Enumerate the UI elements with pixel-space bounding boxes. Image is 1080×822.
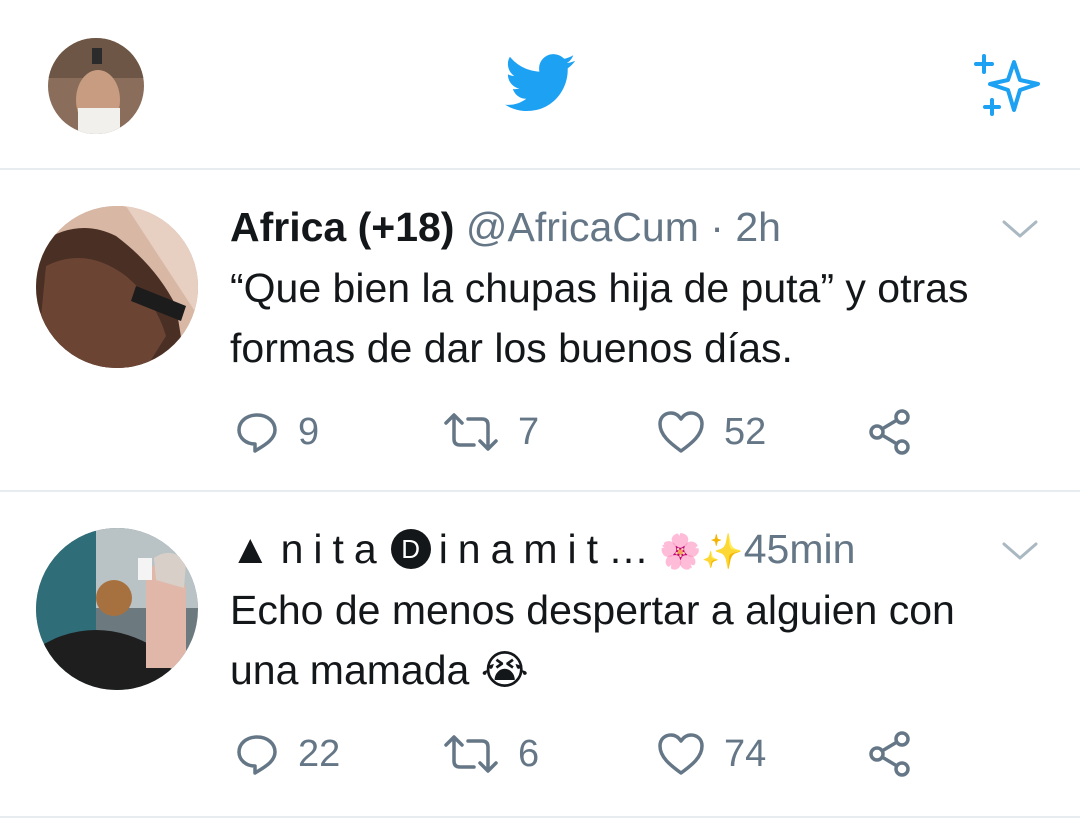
author-name[interactable]: ▲nita Dinamit… (230, 526, 659, 572)
tweet-text: “Que bien la chupas hija de puta” y otra… (230, 258, 1050, 378)
retweet-icon (444, 413, 498, 451)
tweet-text-part: una mamada (230, 647, 470, 693)
reply-icon (237, 735, 277, 775)
like-button[interactable]: 52 (656, 406, 766, 458)
retweet-button[interactable]: 7 (442, 406, 539, 458)
sparkle-icon[interactable] (968, 52, 1046, 120)
share-icon (869, 409, 910, 455)
heart-icon (658, 733, 704, 775)
crying-face-emoji: 😭 (480, 647, 529, 693)
tweet-text: Echo de menos despertar a alguien con un… (230, 580, 1050, 700)
tweet[interactable]: Africa (+18) @AfricaCum · 2h “Que bien l… (0, 170, 1080, 492)
author-avatar-image (36, 528, 198, 690)
author-handle[interactable]: @AfricaCum (466, 204, 699, 250)
reply-icon (237, 413, 277, 453)
like-button[interactable]: 74 (656, 728, 766, 780)
reply-button[interactable]: 22 (234, 728, 340, 780)
tweet-text-line: Echo de menos despertar a alguien con (230, 587, 955, 633)
author-name-emoji: 🌸✨ (659, 533, 744, 571)
tweet[interactable]: ▲nita Dinamit…🌸✨45min Echo de menos despe… (0, 492, 1080, 818)
author-avatar[interactable] (36, 528, 198, 690)
chevron-down-icon[interactable] (1000, 216, 1040, 242)
tweet-actions: 9 7 52 (230, 406, 950, 458)
tweet-header: ▲nita Dinamit…🌸✨45min (230, 524, 855, 577)
top-app-bar (0, 0, 1080, 170)
tweet-actions: 22 6 74 (230, 728, 950, 780)
profile-avatar-image (48, 38, 144, 134)
share-button[interactable] (866, 406, 914, 458)
retweet-count: 6 (518, 732, 540, 775)
author-avatar-image (36, 206, 198, 368)
like-count: 74 (724, 732, 767, 775)
share-icon (869, 731, 910, 777)
tweet-timestamp[interactable]: 2h (735, 204, 781, 250)
tweet-text-line: “Que bien la chupas hija de puta” y otra… (230, 265, 969, 311)
retweet-count: 7 (518, 410, 540, 453)
like-count: 52 (724, 410, 767, 453)
twitter-bird-icon (505, 52, 575, 114)
author-name-part: inamit… (438, 526, 660, 572)
retweet-icon (444, 735, 498, 773)
chevron-down-icon[interactable] (1000, 538, 1040, 564)
author-name-part: ▲nita (230, 526, 387, 572)
tweet-text-line: formas de dar los buenos días. (230, 325, 793, 371)
reply-count: 22 (298, 732, 341, 775)
author-avatar[interactable] (36, 206, 198, 368)
author-name[interactable]: Africa (+18) (230, 204, 454, 250)
reply-button[interactable]: 9 (234, 406, 319, 458)
tweet-text-line: una mamada 😭 (230, 640, 1050, 700)
separator-dot: · (710, 204, 724, 250)
author-name-letter-badge: D (390, 529, 431, 570)
share-button[interactable] (866, 728, 914, 780)
reply-count: 9 (298, 410, 320, 453)
tweet-header: Africa (+18) @AfricaCum · 2h (230, 202, 781, 252)
profile-avatar[interactable] (48, 38, 144, 134)
tweet-timestamp[interactable]: 45min (744, 526, 856, 572)
heart-icon (658, 411, 704, 453)
retweet-button[interactable]: 6 (442, 728, 539, 780)
